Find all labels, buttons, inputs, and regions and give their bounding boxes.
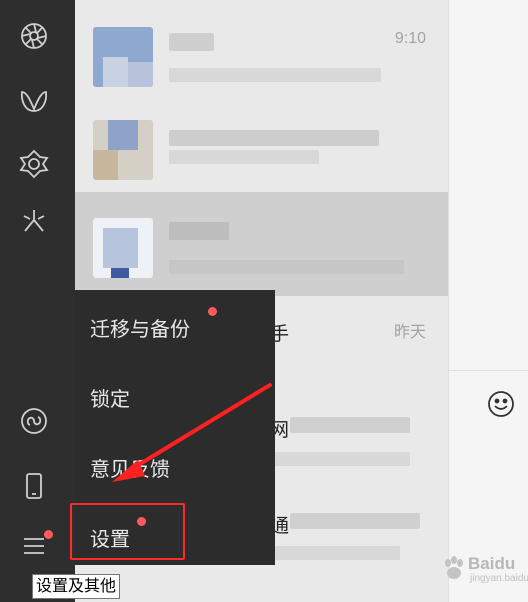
paw-icon <box>445 556 463 579</box>
chat-preview-blur <box>169 150 319 164</box>
sidebar <box>0 0 75 602</box>
phone-icon[interactable] <box>18 470 50 502</box>
chat-time: 9:10 <box>394 30 426 47</box>
chat-preview-blur <box>270 452 410 466</box>
menu-item-lock[interactable]: 锁定 <box>75 365 275 425</box>
input-divider <box>449 370 528 371</box>
moments-icon[interactable] <box>18 20 50 52</box>
avatar <box>93 120 153 180</box>
chat-preview-blur <box>169 260 404 274</box>
watermark-sub: jingyan.baidu.com <box>470 573 528 584</box>
chat-row-selected[interactable] <box>75 192 448 296</box>
search-icon[interactable] <box>18 148 50 180</box>
emoji-icon[interactable] <box>487 390 515 418</box>
chat-title-blur <box>169 33 214 51</box>
menu-badge <box>208 307 217 316</box>
chat-pane <box>448 0 528 602</box>
chat-row[interactable]: 9:10 <box>75 0 448 96</box>
menu-item-feedback[interactable]: 意见反馈 <box>75 435 275 495</box>
avatar <box>93 27 153 87</box>
chat-preview-blur <box>169 68 381 82</box>
tooltip: 设置及其他 <box>32 574 121 599</box>
watermark-logo: Baidu <box>468 554 516 573</box>
baidu-watermark: Baidu jingyan.baidu.com <box>440 548 528 588</box>
chat-title-blur <box>169 130 379 146</box>
menu-item-label: 意见反馈 <box>90 459 170 481</box>
chat-time: 昨天 <box>393 324 426 341</box>
chat-row[interactable] <box>75 96 448 192</box>
menu-badge <box>44 530 53 539</box>
chat-title-blur <box>169 222 229 240</box>
chat-title-blur <box>290 417 410 433</box>
look-icon[interactable] <box>18 205 50 237</box>
avatar <box>93 218 153 278</box>
chat-preview-blur <box>270 546 400 560</box>
mini-program-icon[interactable] <box>18 405 50 437</box>
settings-highlight-box <box>70 503 185 560</box>
menu-item-label: 锁定 <box>90 389 130 411</box>
menu-item-backup[interactable]: 迁移与备份 <box>75 295 275 355</box>
menu-item-label: 迁移与备份 <box>90 319 190 341</box>
channels-icon[interactable] <box>18 86 50 118</box>
chat-title-blur <box>290 513 420 529</box>
